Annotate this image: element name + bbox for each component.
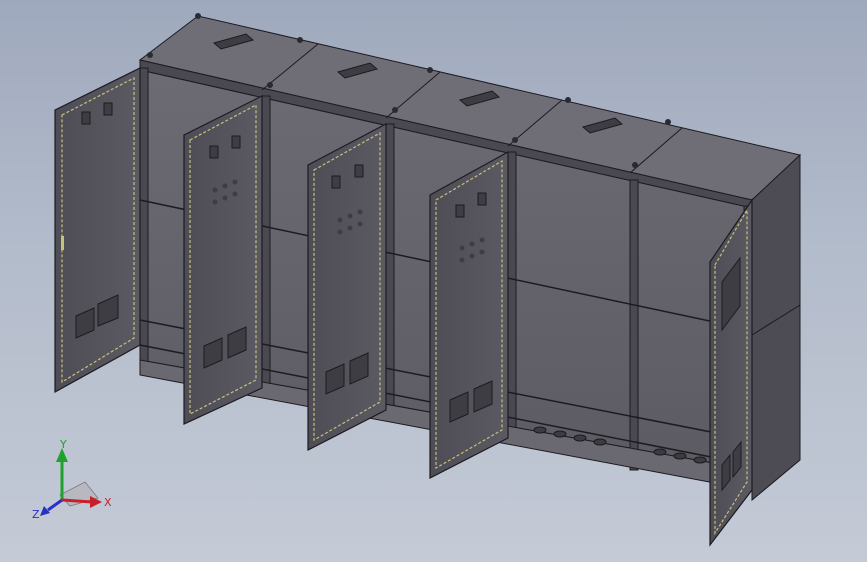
cabinet-door-1[interactable] [54, 67, 141, 394]
x-axis-line [61, 498, 93, 504]
cabinet-door-3[interactable] [307, 123, 387, 451]
cabinet-door-4[interactable] [429, 150, 509, 479]
z-axis-arrow [40, 506, 50, 516]
axis-triad[interactable]: Y X Z [30, 440, 120, 530]
x-axis-label: X [104, 496, 112, 509]
cad-graphics-viewport[interactable]: Y X Z [0, 0, 867, 562]
cabinet-assembly-model[interactable] [0, 0, 867, 562]
cabinet-right-side-panel [751, 153, 801, 502]
cabinet-door-2[interactable] [183, 95, 263, 425]
cabinet-door-5[interactable] [709, 198, 753, 547]
y-axis-label: Y [59, 440, 67, 451]
z-axis-label: Z [32, 508, 40, 521]
z-axis-line [47, 498, 63, 512]
